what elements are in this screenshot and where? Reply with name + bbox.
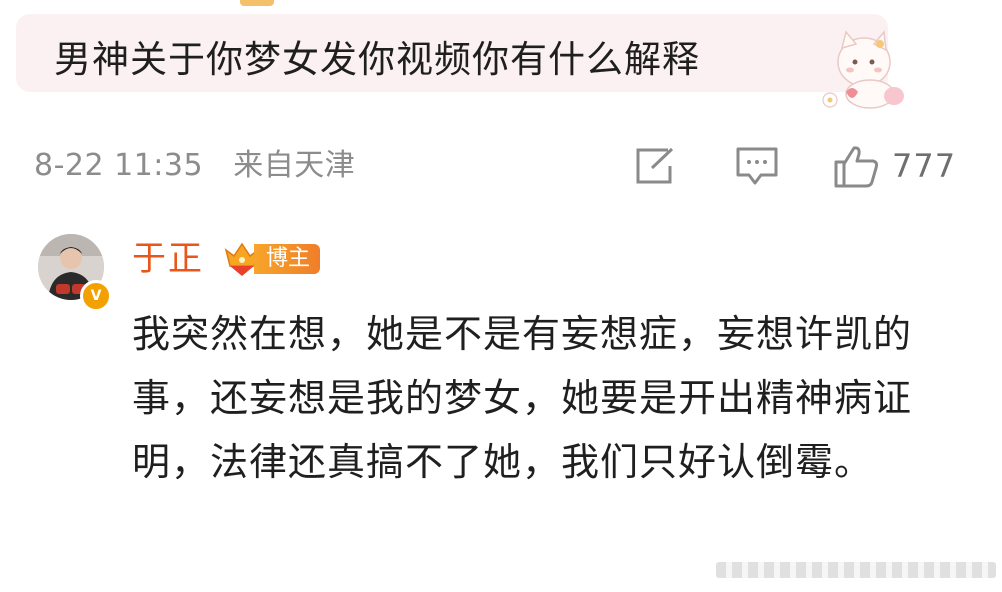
cat-sticker-icon bbox=[822, 30, 904, 109]
verified-icon: V bbox=[80, 280, 112, 312]
comment-location: 来自天津 bbox=[233, 148, 356, 183]
comment-button[interactable] bbox=[735, 142, 779, 190]
partial-badge bbox=[240, 0, 274, 6]
host-badge-label: 博主 bbox=[254, 244, 321, 274]
like-count: 777 bbox=[892, 147, 957, 185]
comment-bubble: 男神关于你梦女发你视频你有什么解释 bbox=[16, 14, 888, 92]
comment-meta: 8-22 11:35 来自天津 bbox=[34, 142, 355, 190]
thumbs-up-icon bbox=[834, 146, 879, 188]
host-badge: 博主 bbox=[222, 240, 321, 278]
share-edit-icon bbox=[636, 147, 674, 184]
comment-thread: 男神关于你梦女发你视频你有什么解释 8-22 11:35 来自天津 777 V … bbox=[0, 0, 1002, 592]
comment-text: 男神关于你梦女发你视频你有什么解释 bbox=[54, 38, 700, 81]
comment-date: 8-22 11:35 bbox=[34, 148, 204, 183]
share-button[interactable] bbox=[634, 142, 678, 190]
comment-icon bbox=[736, 147, 778, 185]
blurred-content bbox=[716, 562, 996, 578]
like-button[interactable]: 777 bbox=[832, 142, 956, 190]
author-name[interactable]: 于正 bbox=[132, 234, 204, 284]
reply-text: 我突然在想，她是不是有妄想症，妄想许凯的事，还妄想是我的梦女，她要是开出精神病证… bbox=[132, 312, 913, 484]
